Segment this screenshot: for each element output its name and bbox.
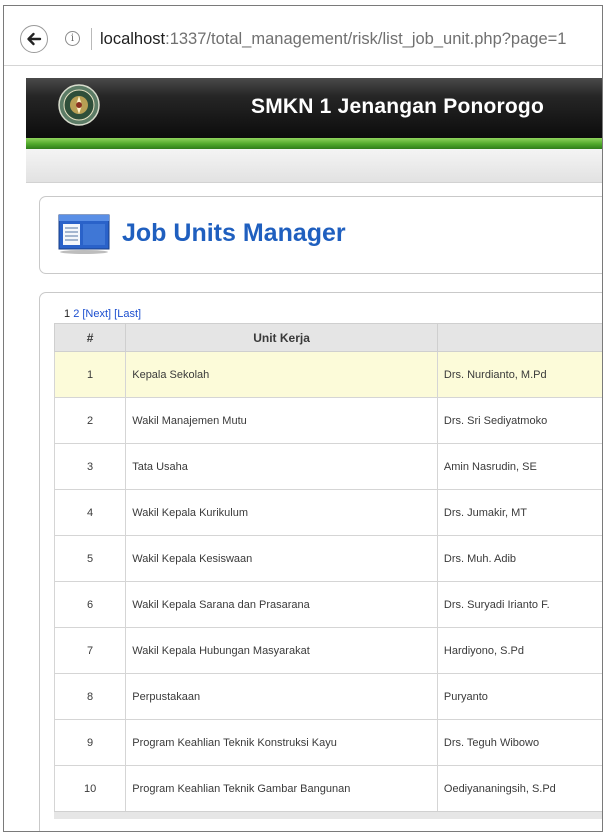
cell-name: Puryanto (436, 673, 602, 720)
cell-unit: Kepala Sekolah (125, 351, 438, 398)
school-logo (58, 84, 100, 126)
cell-number: 2 (53, 397, 127, 444)
info-icon[interactable]: i (65, 31, 80, 46)
table-row[interactable]: 1 Kepala Sekolah Drs. Nurdianto, M.Pd (53, 351, 602, 398)
url-separator (91, 28, 92, 50)
cell-number: 1 (53, 351, 127, 398)
page-title-panel: Job Units Manager (39, 196, 602, 274)
page-title: Job Units Manager (122, 219, 346, 247)
nav-bar (26, 149, 602, 183)
cell-number: 3 (53, 443, 127, 490)
pager-next[interactable]: [Next] (82, 308, 111, 320)
table-row[interactable]: 4 Wakil Kepala Kurikulum Drs. Jumakir, M… (53, 489, 602, 536)
table-row[interactable]: 7 Wakil Kepala Hubungan Masyarakat Hardi… (53, 627, 602, 674)
site-header: SMKN 1 Jenangan Ponorogo (26, 78, 602, 138)
table-row[interactable]: 2 Wakil Manajemen Mutu Drs. Sri Sediyatm… (53, 397, 602, 444)
cell-number: 8 (53, 673, 127, 720)
table-header-row: # Unit Kerja (53, 323, 602, 352)
table-row[interactable]: 6 Wakil Kepala Sarana dan Prasarana Drs.… (53, 581, 602, 628)
header-stripe (26, 138, 602, 149)
url-path: :1337/total_management/risk/list_job_uni… (165, 30, 567, 48)
window-list-icon (58, 214, 110, 254)
cell-number: 6 (53, 581, 127, 628)
cell-name: Drs. Jumakir, MT (436, 489, 602, 536)
table-row[interactable]: 9 Program Keahlian Teknik Konstruksi Kay… (53, 719, 602, 766)
cell-unit: Perpustakaan (125, 673, 438, 720)
site-title: SMKN 1 Jenangan Ponorogo (251, 95, 544, 118)
cell-unit: Wakil Kepala Hubungan Masyarakat (125, 627, 438, 674)
cell-name: Drs. Nurdianto, M.Pd (436, 351, 602, 398)
address-bar: i localhost:1337/total_management/risk/l… (4, 6, 602, 66)
column-header-name[interactable] (436, 323, 602, 352)
cell-unit: Program Keahlian Teknik Gambar Bangunan (125, 765, 438, 812)
pager-last[interactable]: [Last] (114, 308, 141, 320)
url-host: localhost (100, 30, 166, 48)
table-row[interactable]: 8 Perpustakaan Puryanto (53, 673, 602, 720)
column-header-number[interactable]: # (53, 323, 127, 352)
cell-name: Drs. Suryadi Irianto F. (436, 581, 602, 628)
cell-unit: Wakil Kepala Sarana dan Prasarana (125, 581, 438, 628)
back-button[interactable] (20, 25, 48, 53)
pager-current: 1 (64, 308, 71, 320)
cell-unit: Program Keahlian Teknik Konstruksi Kayu (125, 719, 438, 766)
pagination: 1 2 [Next] [Last] (64, 308, 141, 320)
cell-name: Hardiyono, S.Pd (436, 627, 602, 674)
browser-window: i localhost:1337/total_management/risk/l… (3, 5, 603, 832)
cell-unit: Wakil Kepala Kurikulum (125, 489, 438, 536)
cell-number: 9 (53, 719, 127, 766)
cell-number: 5 (53, 535, 127, 582)
cell-unit: Wakil Manajemen Mutu (125, 397, 438, 444)
cell-number: 10 (53, 765, 127, 812)
table-footer (54, 811, 602, 819)
column-header-unit-kerja[interactable]: Unit Kerja (125, 323, 438, 352)
cell-number: 4 (53, 489, 127, 536)
cell-unit: Tata Usaha (125, 443, 438, 490)
table-row[interactable]: 5 Wakil Kepala Kesiswaan Drs. Muh. Adib (53, 535, 602, 582)
cell-name: Oediyananingsih, S.Pd (436, 765, 602, 812)
pager-page-2[interactable]: 2 (73, 308, 79, 320)
cell-name: Drs. Sri Sediyatmoko (436, 397, 602, 444)
job-units-panel: 1 2 [Next] [Last] # Unit Kerja 1 Kepala … (39, 292, 602, 831)
back-arrow-icon (27, 32, 42, 46)
table-row[interactable]: 10 Program Keahlian Teknik Gambar Bangun… (53, 765, 602, 812)
cell-name: Drs. Teguh Wibowo (436, 719, 602, 766)
job-units-table: # Unit Kerja 1 Kepala Sekolah Drs. Nurdi… (53, 323, 602, 812)
table-row[interactable]: 3 Tata Usaha Amin Nasrudin, SE (53, 443, 602, 490)
url-field[interactable]: localhost:1337/total_management/risk/lis… (100, 28, 566, 50)
cell-number: 7 (53, 627, 127, 674)
cell-name: Drs. Muh. Adib (436, 535, 602, 582)
cell-name: Amin Nasrudin, SE (436, 443, 602, 490)
cell-unit: Wakil Kepala Kesiswaan (125, 535, 438, 582)
